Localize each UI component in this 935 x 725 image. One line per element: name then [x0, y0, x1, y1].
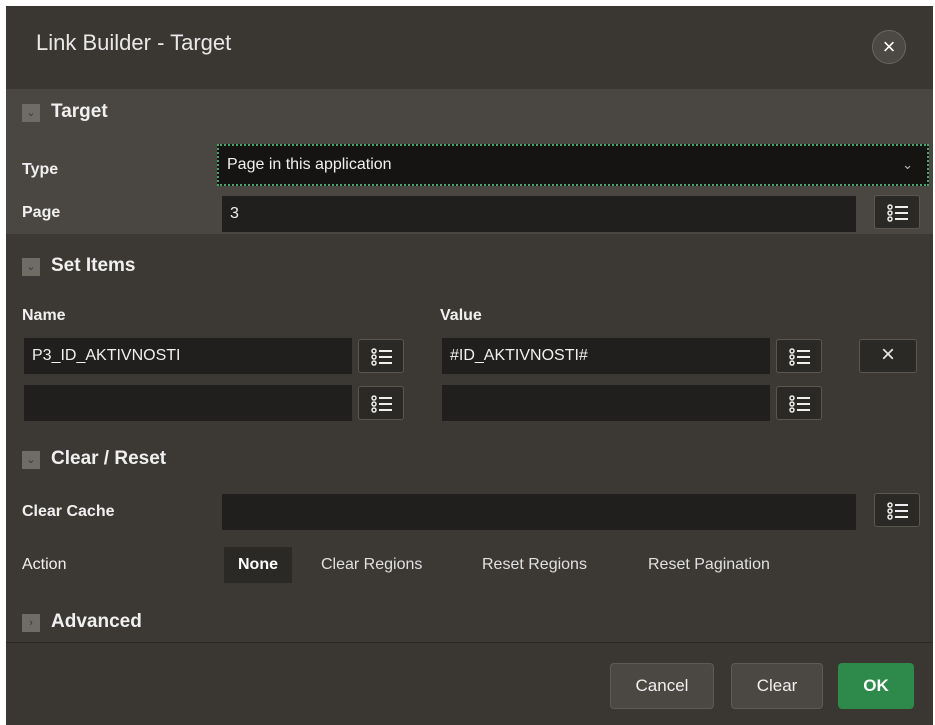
close-icon: ×: [882, 34, 896, 59]
page-list-button[interactable]: [874, 195, 920, 229]
set-items-section-title: Set Items: [51, 255, 136, 276]
clear-reset-section-title: Clear / Reset: [51, 448, 167, 469]
clear-button[interactable]: Clear: [731, 663, 823, 709]
list-icon: [789, 348, 810, 366]
page-input[interactable]: 3: [222, 196, 856, 232]
close-icon: ×: [880, 341, 895, 368]
clear-cache-list-button[interactable]: [874, 493, 920, 527]
remove-item-button[interactable]: ×: [859, 339, 917, 373]
type-select[interactable]: Page in this application ⌄: [217, 144, 929, 186]
chevron-down-icon: ⌄: [22, 451, 40, 469]
action-none-option[interactable]: None: [224, 547, 292, 583]
close-button[interactable]: ×: [872, 30, 906, 64]
item-name-input[interactable]: [24, 385, 352, 421]
list-icon: [371, 395, 392, 413]
item-name-input[interactable]: P3_ID_AKTIVNOSTI: [24, 338, 352, 374]
page-label: Page: [22, 204, 61, 221]
item-value-list-button[interactable]: [776, 386, 822, 420]
item-value-input[interactable]: [442, 385, 770, 421]
cancel-button[interactable]: Cancel: [610, 663, 714, 709]
list-icon: [789, 395, 810, 413]
clear-cache-label: Clear Cache: [22, 503, 115, 520]
action-reset-regions-option[interactable]: Reset Regions: [472, 547, 597, 583]
item-name-list-button[interactable]: [358, 386, 404, 420]
dialog-footer: Cancel Clear OK: [6, 642, 933, 725]
type-label: Type: [22, 161, 59, 178]
list-icon: [887, 502, 908, 520]
action-label: Action: [22, 556, 67, 573]
value-column-header: Value: [440, 307, 482, 324]
list-icon: [371, 348, 392, 366]
target-section-title: Target: [51, 101, 108, 122]
clear-cache-input[interactable]: [222, 494, 856, 530]
chevron-right-icon: ›: [22, 614, 40, 632]
target-section: ⌄ Target Type Page in this application ⌄…: [6, 89, 933, 234]
advanced-section-title: Advanced: [51, 611, 142, 632]
name-column-header: Name: [22, 307, 66, 324]
item-value-input[interactable]: #ID_AKTIVNOSTI#: [442, 338, 770, 374]
item-value-list-button[interactable]: [776, 339, 822, 373]
action-clear-regions-option[interactable]: Clear Regions: [311, 547, 432, 583]
list-icon: [887, 204, 908, 222]
dialog-title: Link Builder - Target: [36, 30, 232, 55]
chevron-down-icon: ⌄: [22, 258, 40, 276]
dialog-titlebar: Link Builder - Target ×: [6, 6, 933, 89]
ok-button[interactable]: OK: [838, 663, 914, 709]
chevron-down-icon: ⌄: [22, 104, 40, 122]
link-builder-dialog: Link Builder - Target × ⌄ Target Type Pa…: [6, 6, 933, 725]
item-name-list-button[interactable]: [358, 339, 404, 373]
chevron-down-icon: ⌄: [902, 157, 913, 172]
type-select-value: Page in this application: [227, 156, 392, 173]
action-reset-pagination-option[interactable]: Reset Pagination: [638, 547, 780, 583]
dialog-body: ⌄ Target Type Page in this application ⌄…: [6, 89, 933, 642]
